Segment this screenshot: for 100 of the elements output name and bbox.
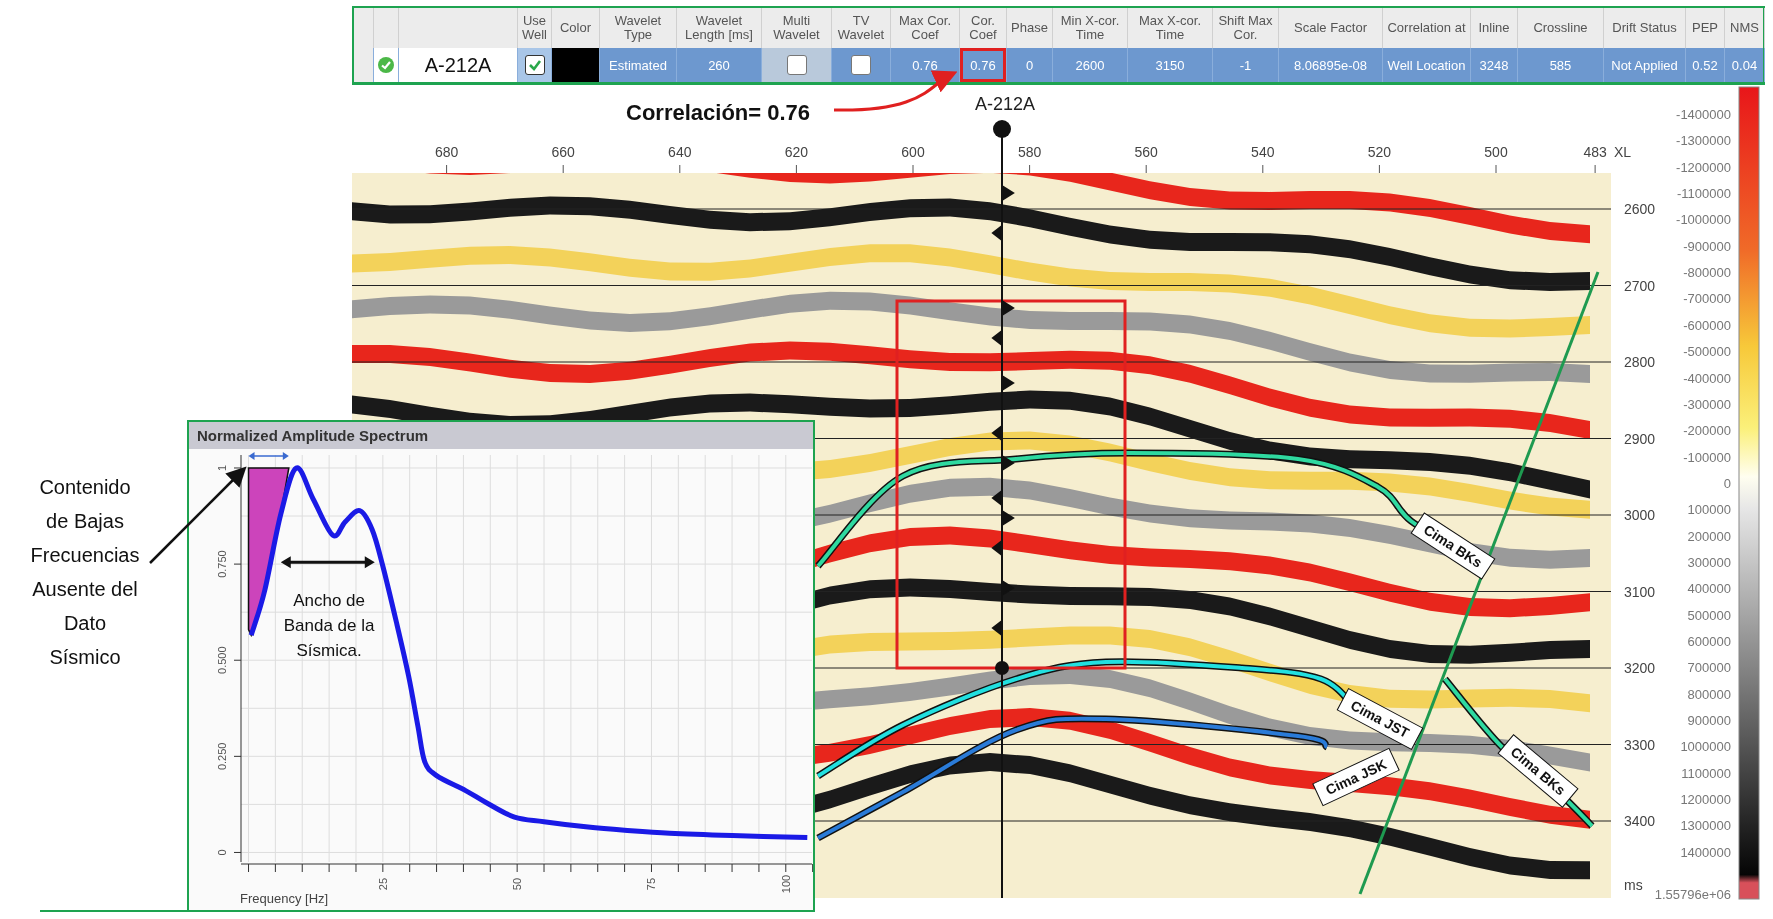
scale-label: -700000 (1683, 291, 1731, 307)
column-header[interactable]: Multi Wavelet (762, 14, 831, 42)
axis-tick-label: 50 (511, 877, 524, 891)
annotation-text: Contenido de Bajas Frecuencias Ausente del Dato Sísmico (29, 475, 141, 670)
column-header[interactable]: Cor. Coef (960, 14, 1006, 42)
scale-label: -1100000 (1677, 186, 1731, 202)
scale-label: 1400000 (1680, 844, 1731, 860)
scale-label: 1200000 (1680, 792, 1731, 808)
check-circle-icon (377, 56, 395, 74)
checkbox[interactable] (524, 55, 545, 75)
axis-tick-label: 0.500 (216, 646, 228, 674)
axis-label: XL (1614, 144, 1632, 160)
horizon-label: Cima JSK (1312, 747, 1400, 807)
axis-tick-label: 25 (376, 877, 389, 891)
scale-label: 1300000 (1680, 818, 1731, 834)
column-header[interactable]: Shift Max Cor. (1213, 14, 1278, 42)
correlation-note: Correlación= 0.76 (626, 100, 811, 125)
column-header[interactable]: Inline (1478, 21, 1510, 35)
axis-tick-label: 483 (1583, 144, 1607, 160)
table-cell: -1 (1213, 48, 1279, 82)
table-cell: 3150 (1128, 48, 1213, 82)
column-header[interactable]: Phase (1011, 21, 1048, 35)
axis-tick-label: 3000 (1624, 507, 1656, 523)
column-header[interactable]: Max X-cor. Time (1128, 14, 1212, 42)
scale-label: -1400000 (1676, 107, 1731, 122)
axis-tick-label: 500 (1484, 144, 1508, 160)
column-header[interactable]: Drift Status (1612, 21, 1677, 35)
panel-title: Normalized Amplitude Spectrum (189, 422, 813, 449)
scale-label: -900000 (1683, 238, 1731, 254)
checkbox[interactable] (786, 55, 807, 75)
column-header[interactable]: Max Cor. Coef (891, 14, 959, 42)
axis-tick-label: 3400 (1624, 813, 1656, 829)
table-cell: Estimated (600, 48, 677, 82)
column-header[interactable]: Color (559, 21, 592, 35)
column-header[interactable]: Scale Factor (1294, 21, 1367, 35)
scale-label: 700000 (1687, 660, 1731, 676)
well-name: A-212A (399, 48, 518, 82)
column-header[interactable]: Crossline (1533, 21, 1588, 35)
column-header[interactable]: NMS (1730, 21, 1759, 35)
well-dot (993, 120, 1011, 138)
scale-label: 1000000 (1680, 739, 1731, 755)
axis-tick-label: 2900 (1624, 430, 1656, 447)
annotation-text: Ancho de Banda de la Sísmica. (283, 591, 375, 661)
column-header[interactable]: Min X-cor. Time (1053, 14, 1127, 42)
column-header[interactable]: Correlation at (1387, 21, 1466, 35)
well-dot (995, 661, 1009, 675)
unit-label: ms (1624, 877, 1643, 893)
axis-tick-label: 0.750 (216, 550, 228, 578)
table-cell: 0 (1007, 48, 1053, 82)
table-cell: 8.06895e-08 (1279, 48, 1383, 82)
scale-label: -100000 (1683, 449, 1731, 465)
scale-label: 300000 (1687, 554, 1731, 570)
axis-tick-label: 3100 (1624, 583, 1656, 600)
scale-label: 600000 (1687, 634, 1731, 649)
axis-tick-label: 560 (1134, 144, 1158, 160)
table-cell: 0.04 (1725, 48, 1765, 82)
axis-title: Frequency [Hz] (240, 891, 329, 906)
column-header[interactable]: TV Wavelet (832, 14, 890, 42)
axis-tick-label: 0 (216, 849, 228, 856)
scale-label: -300000 (1683, 396, 1731, 412)
axis-tick-label: 3200 (1624, 660, 1656, 676)
double-arrow (248, 452, 289, 460)
axis-tick-label: 75 (645, 877, 658, 891)
axis-tick-label: 660 (551, 144, 575, 160)
scale-label: 500000 (1687, 607, 1731, 623)
color-swatch[interactable] (552, 48, 600, 82)
axis-tick-label: 520 (1367, 144, 1392, 160)
well-label: A-212A (975, 94, 1035, 114)
table-cell: 585 (1518, 48, 1604, 82)
checkbox[interactable] (851, 55, 871, 75)
scale-label: 1.55796e+06 (1654, 887, 1731, 902)
table-cell: 0.52 (1686, 48, 1725, 82)
column-header[interactable]: PEP (1692, 21, 1718, 35)
axis-tick-label: 2600 (1624, 201, 1656, 217)
table-row[interactable]: A-212A Estimated 260 0.76 0.76 0 2600 3150 -1 8.06895e-08 Well Location 3248 585 Not Applied 0.52 0.04 (354, 48, 1763, 82)
table-cell: 2600 (1053, 48, 1128, 82)
column-header[interactable]: Wavelet Length [ms] (677, 14, 761, 42)
scale-label: -800000 (1683, 265, 1731, 281)
table-cell: 3248 (1471, 48, 1518, 82)
table-cell: Not Applied (1604, 48, 1686, 82)
axis-tick-label: 540 (1251, 144, 1275, 160)
axis-tick-label: 1 (216, 464, 228, 472)
axis-tick-label: 620 (784, 144, 809, 160)
scale-label: 400000 (1687, 581, 1731, 597)
axis-tick-label: 2700 (1624, 277, 1656, 294)
axis-tick-label: 640 (668, 144, 692, 160)
axis-tick-label: 100 (779, 874, 792, 894)
scale-label: 1100000 (1681, 765, 1731, 781)
axis-tick-label: 2800 (1624, 354, 1656, 370)
axis-tick-label: 680 (434, 144, 459, 160)
column-header[interactable]: Use Well (518, 14, 551, 42)
scale-label: -1200000 (1676, 159, 1731, 175)
table-cell: Well Location (1383, 48, 1471, 82)
scale-label: -400000 (1683, 370, 1731, 386)
scale-label: 0 (1723, 475, 1731, 491)
scale-label: 100000 (1687, 502, 1731, 518)
scale-label: 900000 (1687, 713, 1731, 729)
scale-label: -600000 (1683, 317, 1731, 333)
scale-label: 200000 (1687, 528, 1731, 544)
column-header[interactable]: Wavelet Type (600, 14, 676, 42)
